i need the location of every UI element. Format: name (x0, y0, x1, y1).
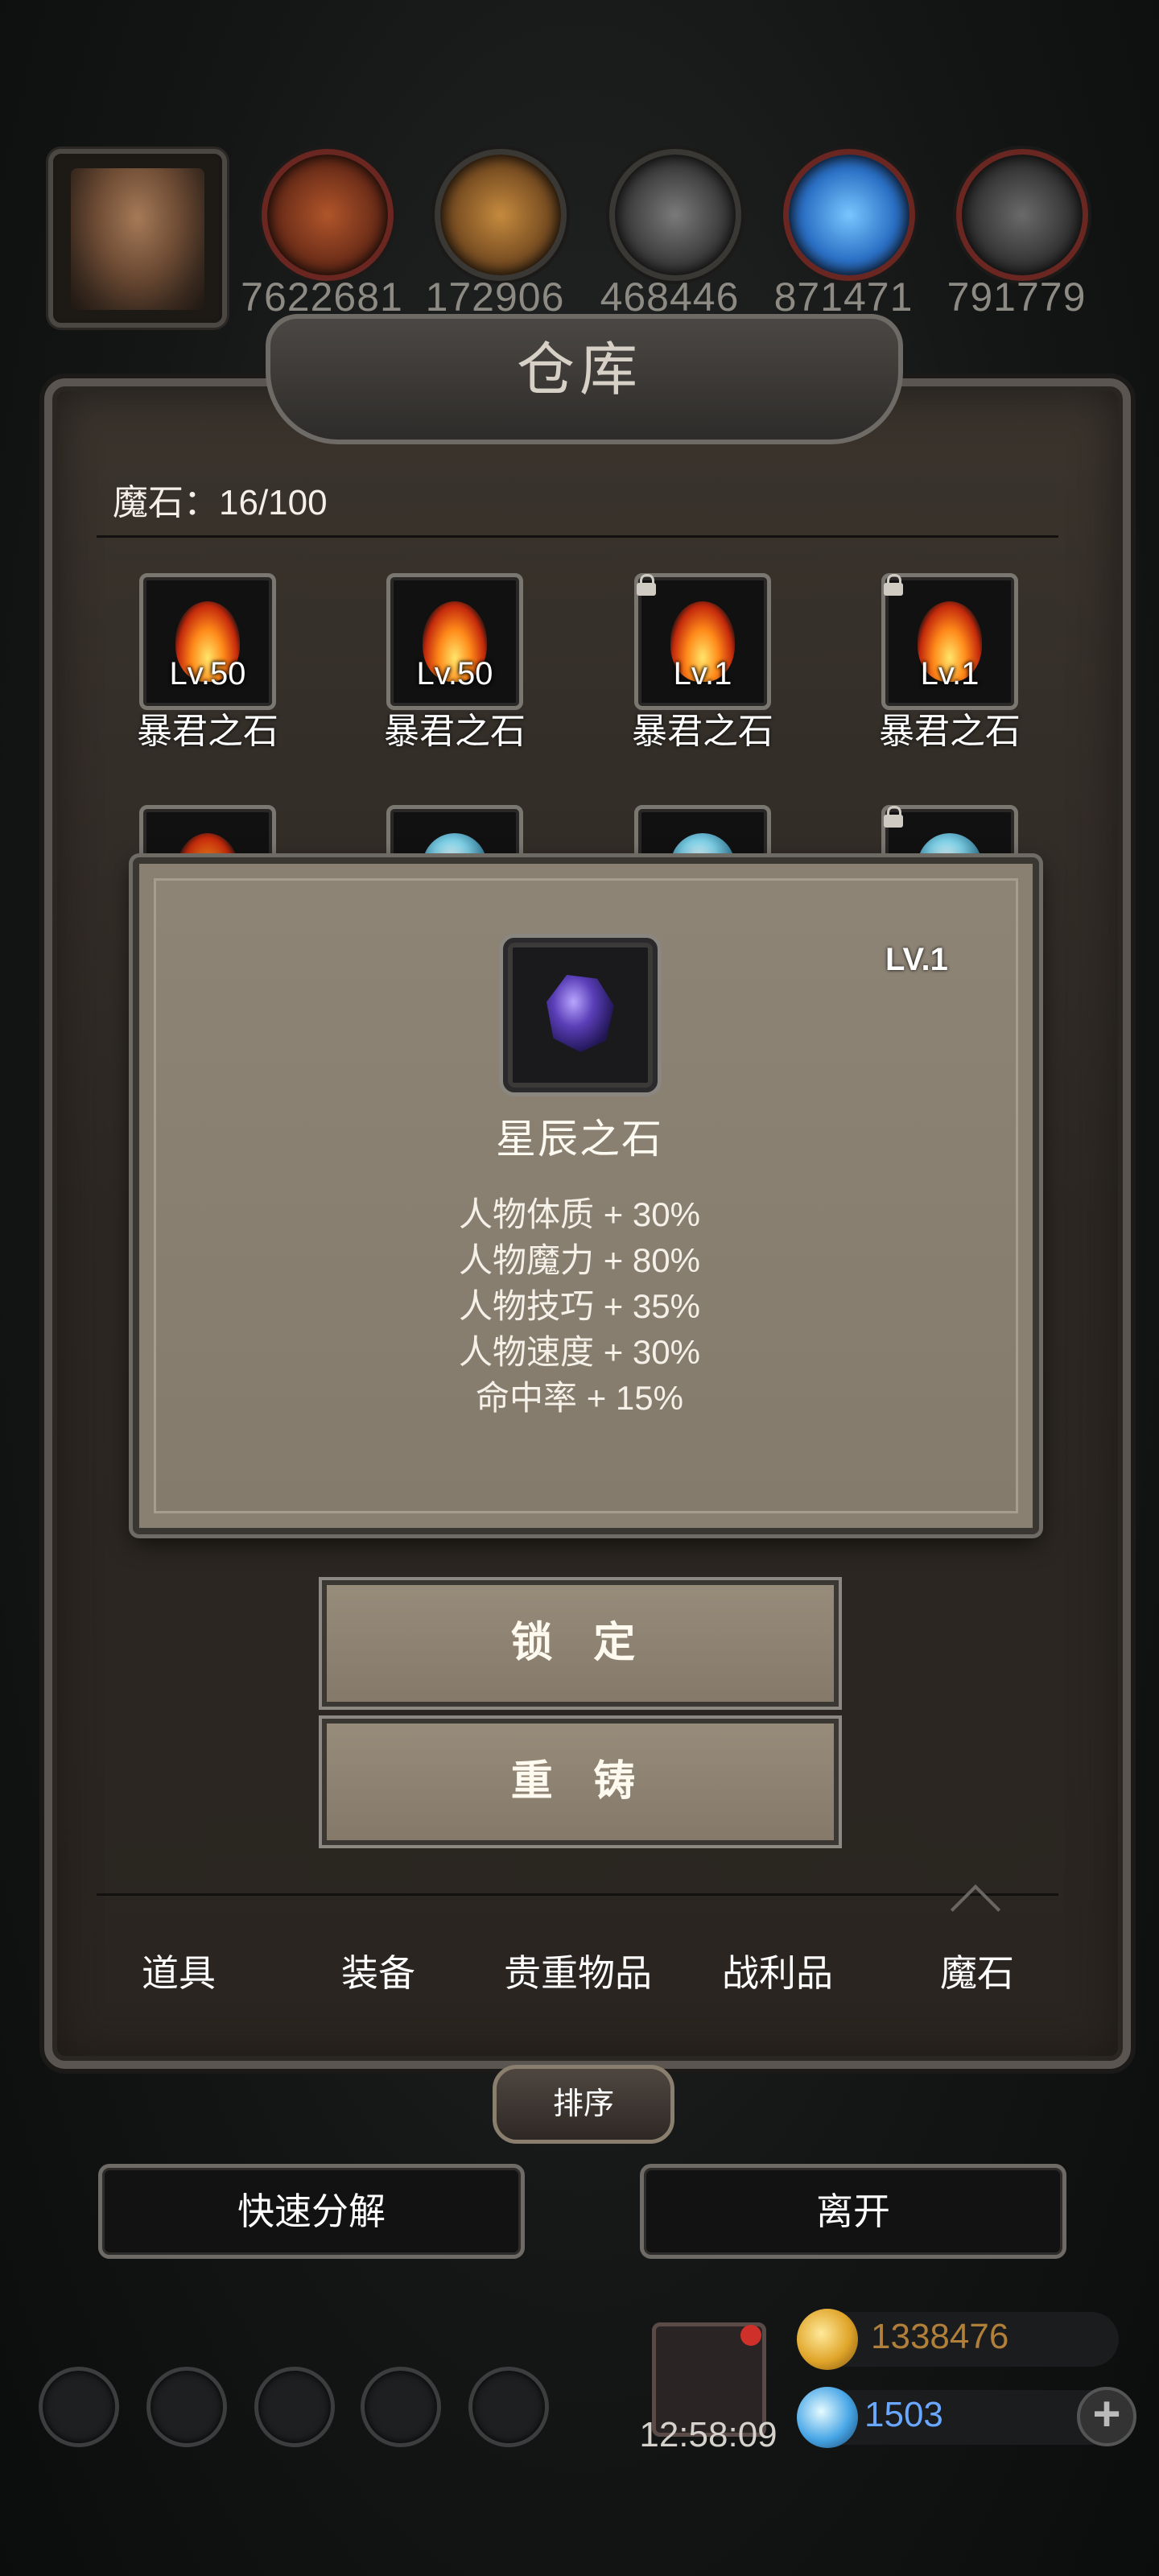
popup-item-name: 星辰之石 (496, 1117, 663, 1162)
shop-icon[interactable] (468, 2367, 549, 2447)
item-frame: Lv.1 (881, 573, 1018, 710)
quick-decompose-button[interactable]: 快速分解 (98, 2164, 525, 2259)
player-avatar[interactable] (48, 149, 227, 328)
inventory-item[interactable]: Lv.50 暴君之石 (127, 573, 288, 753)
recast-button[interactable]: 重 铸 (322, 1719, 839, 1845)
tab-valuables[interactable]: 贵重物品 (481, 1944, 674, 1997)
achievement-icon[interactable] (146, 2367, 227, 2447)
tab-equipment[interactable]: 装备 (282, 1944, 475, 1997)
lock-icon (884, 806, 903, 828)
item-level: Lv.50 (416, 656, 493, 691)
tab-items[interactable]: 道具 (82, 1944, 275, 1997)
item-level: Lv.1 (673, 656, 732, 691)
inventory-item[interactable]: Lv.50 暴君之石 (374, 573, 535, 753)
gem-amount: 1503 (864, 2395, 943, 2434)
gem-icon (797, 2387, 858, 2448)
header-divider (97, 535, 1058, 538)
stone-capacity: 魔石：16/100 (113, 483, 328, 522)
item-level: Lv.1 (920, 656, 980, 691)
item-frame: Lv.50 (386, 573, 523, 710)
stone-amount: 791779 (947, 275, 1087, 320)
item-frame: Lv.1 (634, 573, 771, 710)
avatar-portrait (71, 168, 204, 310)
guild-icon[interactable] (254, 2367, 335, 2447)
inventory-item[interactable]: Lv.1 暴君之石 (622, 573, 783, 753)
tab-loot[interactable]: 战利品 (681, 1944, 874, 1997)
stat-line: 命中率 + 15% (476, 1379, 683, 1417)
settings-icon[interactable] (39, 2367, 119, 2447)
stat-line: 人物魔力 + 80% (459, 1241, 700, 1279)
stone-icon (956, 149, 1088, 281)
star-stone-icon (547, 975, 614, 1052)
gold-amount: 1338476 (871, 2317, 1009, 2356)
wood-icon (435, 149, 567, 281)
stat-line: 人物体质 + 30% (459, 1195, 700, 1233)
leave-button[interactable]: 离开 (640, 2164, 1066, 2259)
lock-icon (884, 574, 903, 597)
lock-button[interactable]: 锁 定 (322, 1580, 839, 1707)
crystal-icon (783, 149, 915, 281)
panel-title: 仓库 (516, 336, 642, 403)
item-frame: Lv.50 (139, 573, 276, 710)
item-level: Lv.50 (169, 656, 246, 691)
meat-icon (262, 149, 394, 281)
stat-line: 人物速度 + 30% (459, 1333, 700, 1371)
lock-icon (637, 574, 656, 597)
stat-line: 人物技巧 + 35% (459, 1287, 700, 1325)
popup-item-level: LV.1 (885, 942, 948, 977)
add-gems-button[interactable]: + (1077, 2387, 1136, 2446)
star-stone-frame (503, 938, 658, 1092)
gold-coin-icon (797, 2309, 858, 2370)
mail-icon[interactable] (361, 2367, 441, 2447)
iron-icon (609, 149, 741, 281)
tabs-divider (97, 1893, 1058, 1896)
sort-button[interactable]: 排序 (493, 2065, 674, 2144)
tab-magic-stones[interactable]: 魔石 (881, 1944, 1074, 1997)
notification-dot (740, 2325, 761, 2346)
gift-timer: 12:58:09 (639, 2415, 777, 2454)
inventory-item[interactable]: Lv.1 暴君之石 (869, 573, 1030, 753)
